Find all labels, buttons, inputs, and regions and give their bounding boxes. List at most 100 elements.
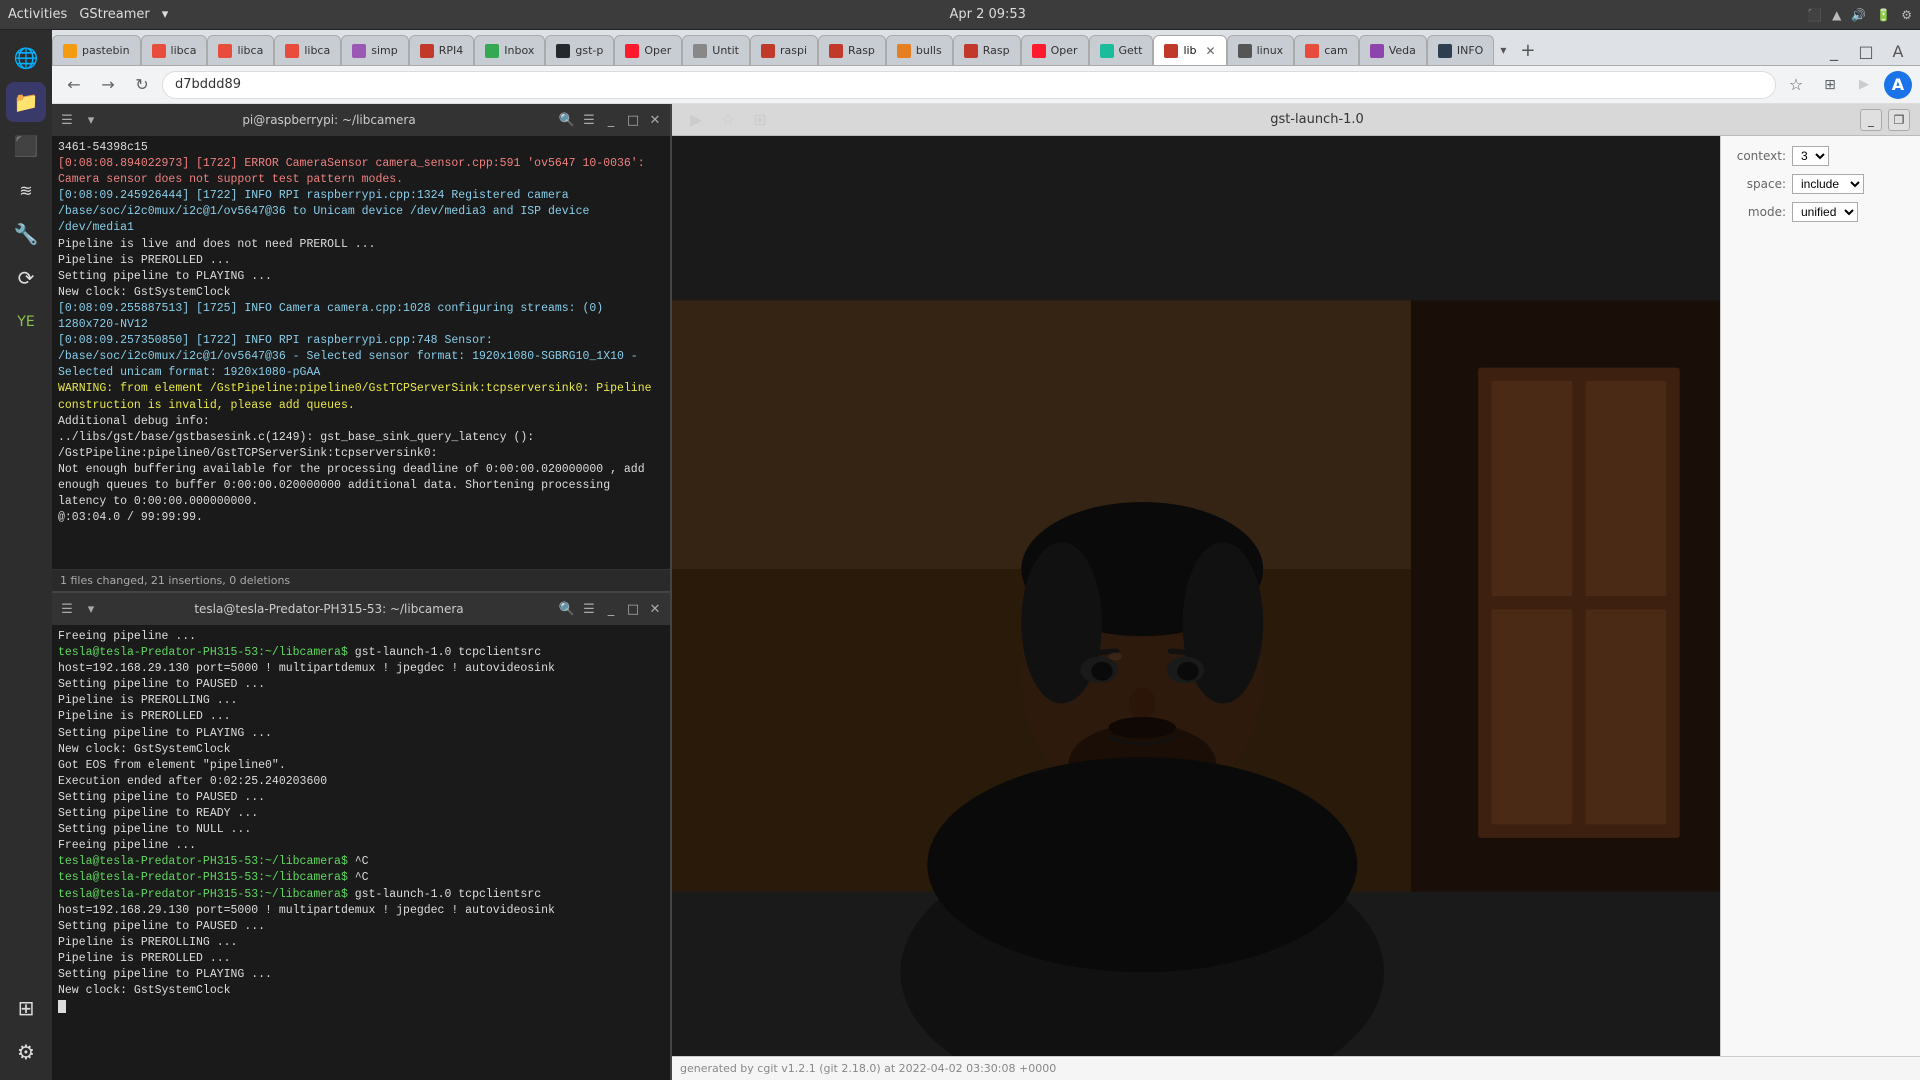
tab-rasp3[interactable]: Rasp: [953, 35, 1021, 65]
terminal-line: Additional debug info:: [58, 414, 664, 430]
terminal-maximize-btn-2[interactable]: □: [624, 600, 642, 618]
mode-select[interactable]: unified split: [1792, 202, 1858, 222]
terminal-menu-btn-1b[interactable]: ☰: [580, 111, 598, 129]
sidebar-item-apps[interactable]: ⊞: [6, 988, 46, 1028]
reload-button[interactable]: ↻: [128, 71, 156, 99]
tab-label-lib3: libca: [304, 44, 330, 57]
profile-button[interactable]: A: [1884, 71, 1912, 99]
tab-label-oper1: Oper: [644, 44, 671, 57]
browser-minimize-btn[interactable]: _: [1820, 37, 1848, 65]
gst-bookmark-btn[interactable]: ☆: [714, 106, 742, 134]
terminal-titlebar-1: ☰ ▾ pi@raspberrypi: ~/libcamera 🔍 ☰ _ □ …: [52, 104, 670, 136]
terminal-maximize-btn-1[interactable]: □: [624, 111, 642, 129]
tab-pastebin[interactable]: pastebin: [52, 35, 141, 65]
tab-label-rpi: RPI4: [439, 44, 464, 57]
tab-gstp[interactable]: gst-p: [545, 35, 614, 65]
terminal-minimize-btn-2[interactable]: _: [602, 600, 620, 618]
new-tab-button[interactable]: +: [1512, 35, 1543, 65]
terminal-minimize-btn-1[interactable]: _: [602, 111, 620, 129]
tab-favicon-bulls: [897, 44, 911, 58]
tab-bulls[interactable]: bulls: [886, 35, 953, 65]
tab-label-rasp3: Rasp: [983, 44, 1010, 57]
tab-close-lib[interactable]: ✕: [1206, 44, 1216, 58]
bookmark-button[interactable]: ☆: [1782, 71, 1810, 99]
address-input[interactable]: d7bddd89: [162, 71, 1776, 99]
terminal-line: Setting pipeline to PLAYING ...: [58, 967, 664, 983]
sidebar-item-git[interactable]: ⟳: [6, 258, 46, 298]
gst-sidebar-btn[interactable]: ⊞: [746, 106, 774, 134]
terminal-close-btn-1[interactable]: ✕: [646, 111, 664, 129]
forward-button[interactable]: →: [94, 71, 122, 99]
tab-label-pastebin: pastebin: [82, 44, 130, 57]
tab-label-gett: Gett: [1119, 44, 1143, 57]
tab-favicon-rasp3: [964, 44, 978, 58]
tab-rasp2[interactable]: Rasp: [818, 35, 886, 65]
sidebar-item-settings[interactable]: ⚙: [6, 1032, 46, 1072]
gst-play-btn[interactable]: ▶: [682, 106, 710, 134]
terminal-line: tesla@tesla-Predator-PH315-53:~/libcamer…: [58, 870, 664, 886]
tab-inbox[interactable]: Inbox: [474, 35, 545, 65]
app-menu-arrow: ▾: [162, 7, 169, 22]
sidebar-item-browser[interactable]: 📁: [6, 82, 46, 122]
terminal-line: ../libs/gst/base/gstbasesink.c(1249): gs…: [58, 430, 664, 462]
gst-restore-btn[interactable]: ❐: [1888, 109, 1910, 131]
tab-linux[interactable]: linux: [1227, 35, 1295, 65]
activities-label[interactable]: Activities: [8, 7, 67, 22]
app-label[interactable]: GStreamer: [79, 7, 149, 22]
tab-label-rasp2: Rasp: [848, 44, 875, 57]
terminal-body-2[interactable]: Freeing pipeline ... tesla@tesla-Predato…: [52, 625, 670, 1080]
tab-lib3[interactable]: libca: [274, 35, 341, 65]
sidebar-item-files[interactable]: 🌐: [6, 38, 46, 78]
tabs-overflow-btn[interactable]: ▾: [1494, 35, 1512, 65]
terminal-line: tesla@tesla-Predator-PH315-53:~/libcamer…: [58, 887, 664, 919]
tab-cam[interactable]: cam: [1294, 35, 1359, 65]
sidebar: 🌐 📁 ⬛ ≋ 🔧 ⟳ YE ⊞ ⚙: [0, 30, 52, 1080]
terminal-close-btn-2[interactable]: ✕: [646, 600, 664, 618]
sidebar-item-ye[interactable]: YE: [6, 302, 46, 342]
terminal-search-btn-2[interactable]: 🔍: [558, 600, 576, 618]
terminal-menu-btn-2[interactable]: ▾: [82, 600, 100, 618]
browser-sidebar-toggle[interactable]: ⊞: [1816, 71, 1844, 99]
tab-label-inbox: Inbox: [504, 44, 534, 57]
space-select[interactable]: include exclude: [1792, 174, 1864, 194]
terminal-menu-btn-1[interactable]: ▾: [82, 111, 100, 129]
tab-lib1[interactable]: libca: [141, 35, 208, 65]
tab-gett[interactable]: Gett: [1089, 35, 1154, 65]
tab-favicon-rpi: [420, 44, 434, 58]
tab-veda[interactable]: Veda: [1359, 35, 1427, 65]
terminal-cursor-line: [58, 999, 664, 1015]
tab-label-veda: Veda: [1389, 44, 1416, 57]
tab-untit[interactable]: Untit: [682, 35, 750, 65]
tab-favicon-raspi: [761, 44, 775, 58]
sidebar-item-vscode[interactable]: ⬛: [6, 126, 46, 166]
terminal-status-1: 1 files changed, 21 insertions, 0 deleti…: [52, 569, 670, 591]
tab-oper2[interactable]: Oper: [1021, 35, 1089, 65]
tab-favicon-oper2: [1032, 44, 1046, 58]
gst-minimize-btn[interactable]: _: [1860, 109, 1882, 131]
sidebar-item-remote[interactable]: ≋: [6, 170, 46, 210]
tab-favicon-gstp: [556, 44, 570, 58]
tab-rpi[interactable]: RPI4: [409, 35, 475, 65]
terminal-body-1[interactable]: 3461-54398c15 [0:08:08.894022973] [1722]…: [52, 136, 670, 569]
tab-oper1[interactable]: Oper: [614, 35, 682, 65]
terminal-search-btn-1[interactable]: 🔍: [558, 111, 576, 129]
tab-label-lib2: libca: [237, 44, 263, 57]
terminal-line: 3461-54398c15: [58, 140, 664, 156]
play-button[interactable]: ▶: [1850, 71, 1878, 99]
sidebar-item-extensions[interactable]: 🔧: [6, 214, 46, 254]
gst-footer: generated by cgit v1.2.1 (git 2.18.0) at…: [672, 1056, 1920, 1080]
back-button[interactable]: ←: [60, 71, 88, 99]
settings-icon[interactable]: ⚙: [1901, 8, 1912, 22]
browser-sidebar: context: 3 space: include exclude mode: [1720, 136, 1920, 1056]
tab-raspi[interactable]: raspi: [750, 35, 818, 65]
browser-maximize-btn[interactable]: □: [1852, 37, 1880, 65]
terminal-menu-btn-2b[interactable]: ☰: [580, 600, 598, 618]
browser-close-btn[interactable]: A: [1884, 37, 1912, 65]
tab-simp[interactable]: simp: [341, 35, 409, 65]
tab-lib2[interactable]: libca: [207, 35, 274, 65]
terminal-line: tesla@tesla-Predator-PH315-53:~/libcamer…: [58, 645, 664, 677]
tab-info[interactable]: INFO: [1427, 35, 1494, 65]
tab-lib-active[interactable]: lib ✕: [1153, 35, 1226, 65]
tab-favicon-inbox: [485, 44, 499, 58]
context-select[interactable]: 3: [1792, 146, 1829, 166]
